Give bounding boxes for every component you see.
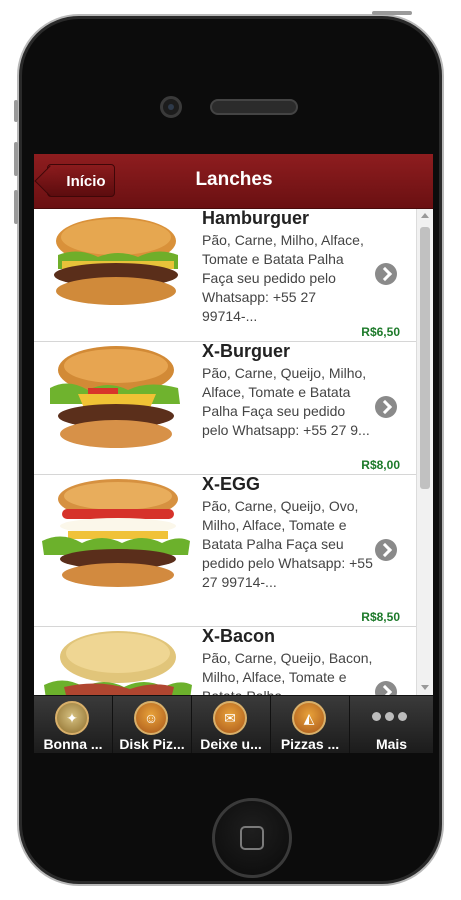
tab-pizzas[interactable]: ◭ Pizzas ... — [271, 696, 350, 753]
chevron-right-icon — [375, 681, 397, 695]
chevron-right-icon — [375, 263, 397, 285]
item-description: Pão, Carne, Milho, Alface, Tomate e Bata… — [202, 232, 364, 324]
earpiece-speaker — [210, 99, 298, 115]
list-item[interactable]: X-Bacon Pão, Carne, Queijo, Bacon, Milho… — [34, 626, 416, 695]
tab-disk-pizza[interactable]: ☺ Disk Piz... — [113, 696, 192, 753]
item-price: R$6,50 — [361, 325, 400, 339]
product-list: Hamburguer Pão, Carne, Milho, Alface, To… — [34, 209, 416, 695]
item-description: Pão, Carne, Queijo, Bacon, Milho, Alface… — [202, 650, 373, 695]
home-square-icon — [240, 826, 264, 850]
scrollbar-thumb[interactable] — [420, 227, 430, 489]
volume-down-button — [14, 190, 18, 224]
chevron-right-icon — [375, 539, 397, 561]
scroll-down-arrow-icon[interactable] — [421, 685, 429, 690]
item-description: Pão, Carne, Queijo, Milho, Alface, Tomat… — [202, 365, 370, 438]
item-name: X-EGG — [202, 474, 261, 494]
item-name: Hamburguer — [202, 209, 310, 228]
list-item[interactable]: X-EGG Pão, Carne, Queijo, Ovo, Milho, Al… — [34, 474, 416, 627]
hamburguer-image — [54, 217, 178, 305]
scroll-up-arrow-icon[interactable] — [421, 213, 429, 218]
item-name: X-Bacon — [202, 626, 276, 646]
list-item[interactable]: Hamburguer Pão, Carne, Milho, Alface, To… — [34, 209, 416, 342]
item-price: R$8,00 — [361, 458, 400, 472]
chevron-right-icon — [375, 396, 397, 418]
tab-label: Pizzas ... — [280, 736, 340, 752]
app-screen: Início Lanches Hamburguer Pão, Carne, Mi… — [34, 154, 433, 753]
power-button — [372, 11, 412, 15]
tab-label: Mais — [375, 736, 408, 752]
logo-icon: ✦ — [55, 701, 89, 735]
item-name: X-Burguer — [202, 341, 291, 361]
page-title: Lanches — [195, 169, 273, 190]
x-burguer-image — [50, 346, 180, 448]
item-description: Pão, Carne, Queijo, Ovo, Milho, Alface, … — [202, 498, 373, 590]
pizza-delivery-icon: ☺ — [134, 701, 168, 735]
back-button-label: Início — [66, 173, 106, 190]
volume-up-button — [14, 142, 18, 176]
item-price: R$8,50 — [361, 610, 400, 624]
x-egg-image — [42, 479, 190, 587]
pizza-slice-icon: ◭ — [292, 701, 326, 735]
scrollbar[interactable] — [416, 209, 433, 695]
tab-label: Disk Piz... — [119, 736, 185, 752]
more-icon — [370, 708, 410, 728]
tab-label: Deixe u... — [200, 736, 262, 752]
x-bacon-image — [44, 631, 192, 695]
message-icon: ✉ — [213, 701, 247, 735]
tab-deixe-mensagem[interactable]: ✉ Deixe u... — [192, 696, 271, 753]
header-bar: Início Lanches — [34, 154, 433, 209]
tab-mais[interactable]: Mais — [350, 696, 433, 753]
list-item[interactable]: X-Burguer Pão, Carne, Queijo, Milho, Alf… — [34, 341, 416, 475]
front-camera — [160, 96, 182, 118]
back-button[interactable]: Início — [47, 164, 115, 197]
mute-switch — [14, 100, 18, 122]
tab-label: Bonna ... — [43, 736, 103, 752]
home-button[interactable] — [212, 798, 292, 878]
tab-bonna[interactable]: ✦ Bonna ... — [34, 696, 113, 753]
bottom-tab-bar: ✦ Bonna ... ☺ Disk Piz... ✉ Deixe u... ◭… — [34, 695, 433, 753]
